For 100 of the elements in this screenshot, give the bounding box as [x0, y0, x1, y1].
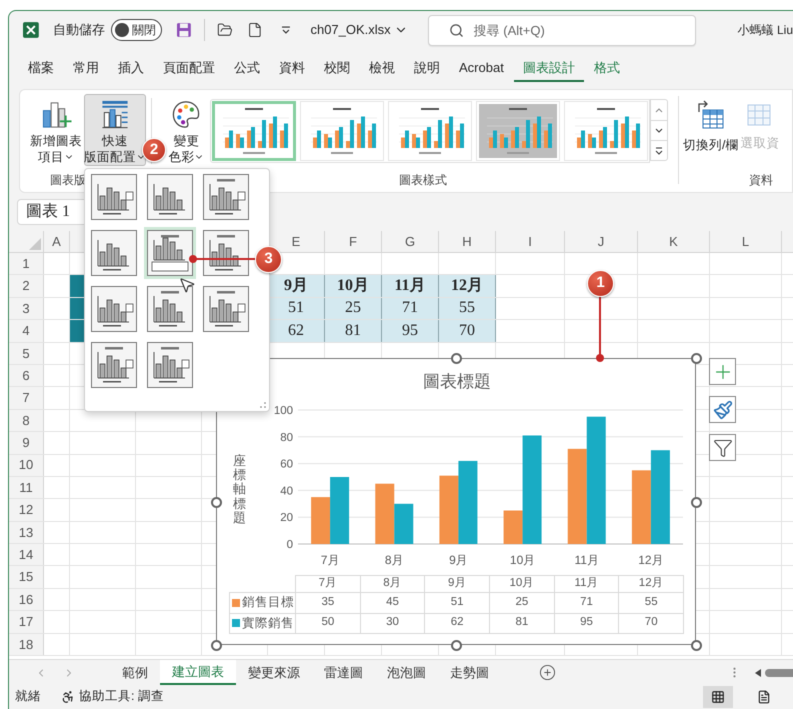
category-label: 7月 — [320, 552, 340, 566]
column-header[interactable]: J — [598, 232, 604, 252]
view-button[interactable] — [703, 686, 733, 708]
column-header[interactable]: H — [462, 232, 472, 252]
layout-option[interactable] — [144, 339, 196, 391]
menu-tab[interactable]: 格式 — [584, 56, 629, 82]
column-header[interactable]: L — [742, 232, 750, 252]
user-name[interactable]: 小螞蟻 Liu — [738, 21, 793, 39]
page-icon — [757, 690, 771, 704]
sheet-tab[interactable]: 建立圖表 — [160, 660, 236, 685]
axis-tick-label: 0 — [286, 538, 293, 550]
ribbon-button[interactable]: 快速 版面配置 — [84, 94, 146, 166]
table-cell-text: 10月 — [337, 276, 369, 296]
chevron-up-icon — [655, 108, 663, 112]
group-label: 資料 — [749, 172, 774, 189]
table-cell-text: 12月 — [451, 276, 483, 296]
sheet-tab[interactable]: 走勢圖 — [438, 660, 501, 685]
menu-tab[interactable]: Acrobat — [450, 56, 513, 82]
table-cell-text: 62 — [450, 615, 464, 630]
chart-style-icon — [479, 104, 557, 158]
table-cell-text: 9月 — [284, 276, 308, 296]
filename-menu[interactable]: ch07_OK.xlsx — [310, 20, 408, 40]
chart-layout-icon — [147, 342, 193, 388]
axis-tick-label: 60 — [280, 458, 293, 470]
chart-layout-icon — [203, 286, 249, 332]
mouse-cursor-icon — [178, 276, 196, 294]
search-box[interactable]: 搜尋 (Alt+Q) — [428, 14, 696, 46]
layout-option[interactable] — [200, 283, 252, 335]
sheet-tab[interactable]: 範例 — [110, 660, 160, 685]
layout-option[interactable] — [200, 227, 252, 279]
layout-option[interactable] — [144, 227, 196, 279]
column-header[interactable]: G — [404, 232, 416, 252]
table-header: 7月 — [318, 576, 338, 591]
ribbon-button[interactable]: 切換列/欄 — [683, 94, 738, 155]
layout-option[interactable] — [88, 227, 140, 279]
chart-layout-icon — [100, 99, 130, 130]
menu-tab[interactable]: 插入 — [109, 56, 153, 82]
ribbon-button[interactable]: 變更 色彩 — [164, 94, 208, 166]
accessibility-status[interactable]: 協助工具: 調查 — [79, 687, 164, 706]
chart-style-option[interactable] — [212, 101, 296, 161]
category-label: 10月 — [510, 552, 536, 566]
menu-tab[interactable]: 常用 — [64, 56, 108, 82]
chart-layout-icon — [91, 174, 137, 220]
chart-layout-icon — [147, 230, 193, 276]
resize-grip-icon[interactable] — [260, 402, 266, 408]
table-cell-text: 35 — [321, 594, 334, 610]
table-cell-text: 95 — [580, 615, 593, 630]
category-label: 11月 — [574, 552, 599, 566]
status-text: 就緒 — [15, 688, 41, 706]
table-cell-text: 50 — [321, 615, 334, 630]
table-cell-text: 51 — [450, 594, 464, 610]
column-header[interactable]: E — [292, 232, 300, 252]
menu-tab[interactable]: 資料 — [270, 56, 314, 82]
sheet-tab[interactable]: 雷達圖 — [312, 660, 375, 685]
search-icon — [448, 22, 464, 38]
chart-title[interactable]: 圖表標題 — [423, 369, 491, 394]
layout-option[interactable] — [88, 339, 140, 391]
sheet-tab[interactable]: 泡泡圖 — [375, 660, 438, 685]
legend-label: 銷售目標 — [242, 594, 294, 612]
column-header[interactable]: F — [349, 232, 357, 252]
layout-option[interactable] — [200, 171, 252, 223]
save-icon[interactable] — [176, 22, 192, 38]
autosave-toggle[interactable]: 關閉 — [110, 19, 162, 41]
scroll-left-icon[interactable] — [755, 668, 761, 676]
search-field[interactable]: 搜尋 (Alt+Q) — [474, 16, 674, 44]
open-folder-icon[interactable] — [217, 22, 233, 38]
column-header[interactable]: I — [528, 232, 532, 252]
axis-tick-label: 20 — [280, 512, 293, 524]
table-header: 9月 — [448, 576, 466, 591]
menu-tab[interactable]: 校閱 — [315, 56, 359, 82]
accessibility-icon[interactable] — [61, 690, 75, 704]
table-cell-text: 70 — [644, 615, 658, 630]
layout-option[interactable] — [144, 283, 196, 335]
customize-toolbar-icon[interactable] — [280, 25, 290, 35]
chart-layout-icon — [147, 174, 193, 220]
axis-title[interactable]: 座標軸標題 — [233, 454, 246, 526]
chart-side-button[interactable] — [709, 396, 736, 423]
menu-tab[interactable]: 檔案 — [19, 56, 63, 82]
table-cell-text: 25 — [345, 298, 361, 318]
menu-tab[interactable]: 公式 — [225, 56, 269, 82]
ribbon-button[interactable]: 新增圖表 項目 — [30, 94, 82, 166]
layout-option[interactable] — [144, 171, 196, 223]
table-header: 11月 — [574, 576, 598, 591]
menu-tab[interactable]: 說明 — [405, 56, 449, 82]
chart-area[interactable]: 圖表標題 座標軸標題 0 20 40 60 80 100 7月 8月 9月 10月 11月 12月 7月 8月 9月 10月 11月 12月 銷售目標 35 45 51 25 71 55 實際銷售 50 30 62 81 95 70 — [216, 358, 696, 645]
layout-option[interactable] — [88, 171, 140, 223]
menu-tab[interactable]: 檢視 — [360, 56, 404, 82]
menu-tab[interactable]: 圖表設計 — [514, 56, 584, 82]
brush-icon — [712, 400, 732, 420]
chart-layout-icon — [203, 174, 249, 220]
new-file-icon[interactable] — [246, 22, 263, 38]
sheet-tab[interactable]: 變更來源 — [236, 660, 312, 685]
chart-side-button[interactable] — [709, 434, 736, 461]
column-header[interactable]: K — [669, 232, 678, 252]
layout-option[interactable] — [88, 283, 140, 335]
add-sheet-icon[interactable] — [539, 664, 556, 681]
table-cell-text: 55 — [459, 298, 475, 318]
column-header[interactable]: A — [52, 232, 61, 252]
menu-tab[interactable]: 頁面配置 — [154, 56, 224, 82]
axis-tick-label: 80 — [280, 431, 293, 444]
